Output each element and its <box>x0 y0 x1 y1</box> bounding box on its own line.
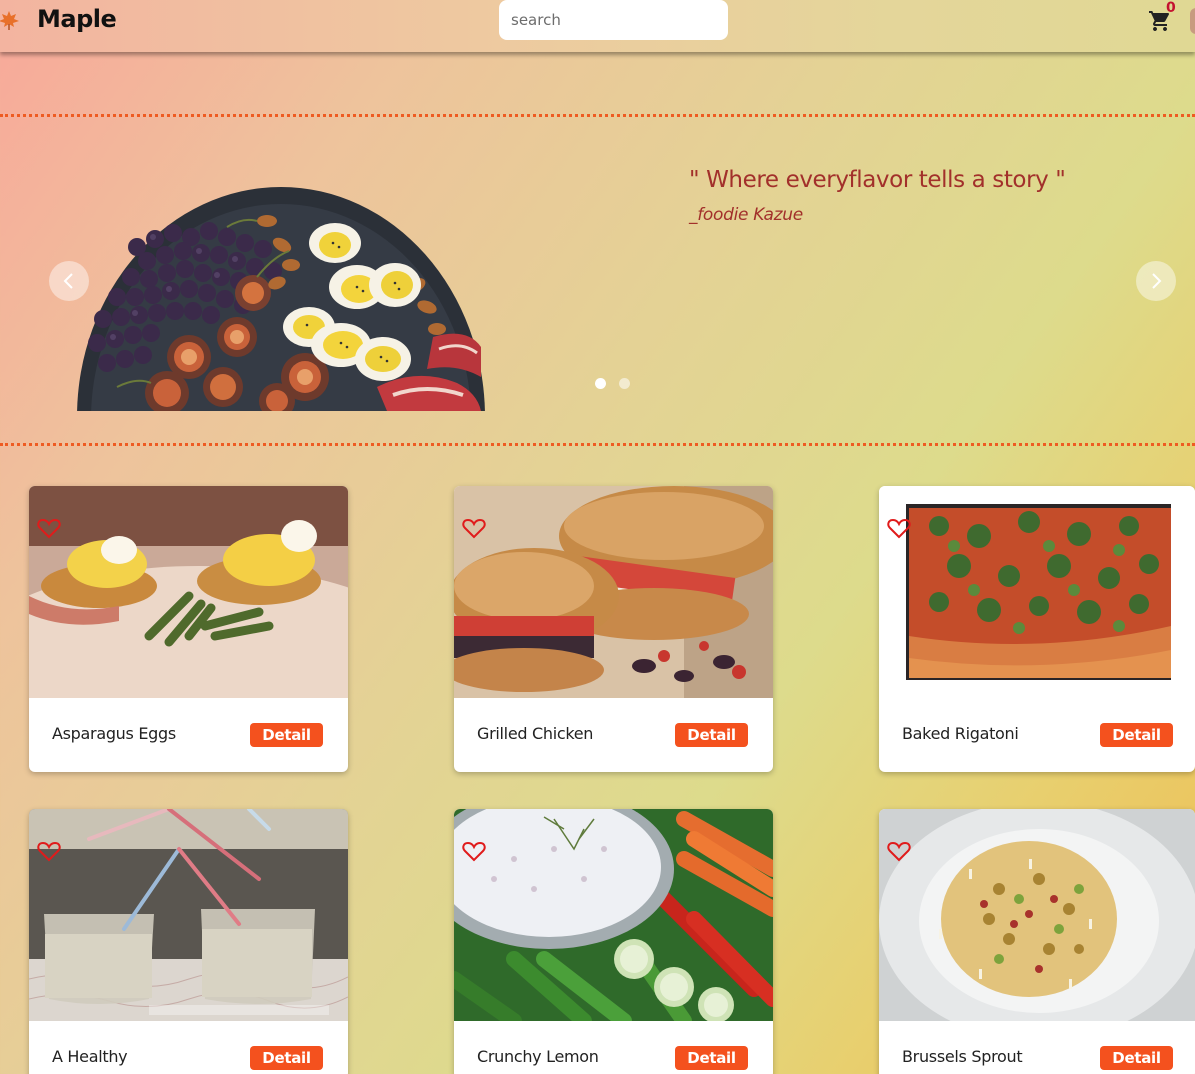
detail-button[interactable]: Detail <box>1100 1046 1173 1070</box>
food-card: Crunchy Lemon Detail <box>454 809 773 1074</box>
hero-carousel: " Where everyflavor tells a story " _foo… <box>0 114 1195 446</box>
search-input[interactable] <box>499 0 728 40</box>
carousel-indicator-2[interactable] <box>619 378 630 389</box>
food-image <box>879 809 1195 1021</box>
favorite-heart-icon[interactable] <box>887 840 911 862</box>
favorite-heart-icon[interactable] <box>462 840 486 862</box>
food-title: Grilled Chicken <box>477 724 594 743</box>
food-title: Asparagus Eggs <box>52 724 176 743</box>
maple-leaf-icon[interactable] <box>0 10 20 30</box>
detail-button[interactable]: Detail <box>1100 723 1173 747</box>
navbar: Maple 0 <box>0 0 1195 52</box>
food-card: Asparagus Eggs Detail <box>29 486 348 772</box>
brand-name[interactable]: Maple <box>37 5 117 33</box>
detail-button[interactable]: Detail <box>675 723 748 747</box>
carousel-next-button[interactable] <box>1136 261 1176 301</box>
favorite-heart-icon[interactable] <box>462 517 486 539</box>
food-title: A Healthy <box>52 1047 128 1066</box>
food-image <box>29 486 348 698</box>
favorite-heart-icon[interactable] <box>887 517 911 539</box>
detail-button[interactable]: Detail <box>250 1046 323 1070</box>
food-image <box>29 809 348 1021</box>
carousel-quote-author: _foodie Kazue <box>689 205 803 225</box>
food-image <box>879 486 1195 698</box>
food-card: Grilled Chicken Detail <box>454 486 773 772</box>
carousel-indicator-1[interactable] <box>595 378 606 389</box>
detail-button[interactable]: Detail <box>675 1046 748 1070</box>
food-title: Baked Rigatoni <box>902 724 1019 743</box>
detail-button[interactable]: Detail <box>250 723 323 747</box>
carousel-quote: " Where everyflavor tells a story " <box>689 167 1066 193</box>
carousel-slide-image <box>77 187 485 411</box>
favorite-heart-icon[interactable] <box>37 517 61 539</box>
chevron-right-icon <box>1152 273 1162 289</box>
food-title: Crunchy Lemon <box>477 1047 599 1066</box>
avatar[interactable] <box>1190 8 1195 34</box>
food-title: Brussels Sprout <box>902 1047 1023 1066</box>
cart-count-badge: 0 <box>1166 0 1176 16</box>
food-image <box>454 809 773 1021</box>
food-card: A Healthy Detail <box>29 809 348 1074</box>
food-card: Baked Rigatoni Detail <box>879 486 1195 772</box>
food-image <box>454 486 773 698</box>
chevron-left-icon <box>63 273 73 289</box>
food-card: Brussels Sprout Detail <box>879 809 1195 1074</box>
favorite-heart-icon[interactable] <box>37 840 61 862</box>
carousel-prev-button[interactable] <box>49 261 89 301</box>
